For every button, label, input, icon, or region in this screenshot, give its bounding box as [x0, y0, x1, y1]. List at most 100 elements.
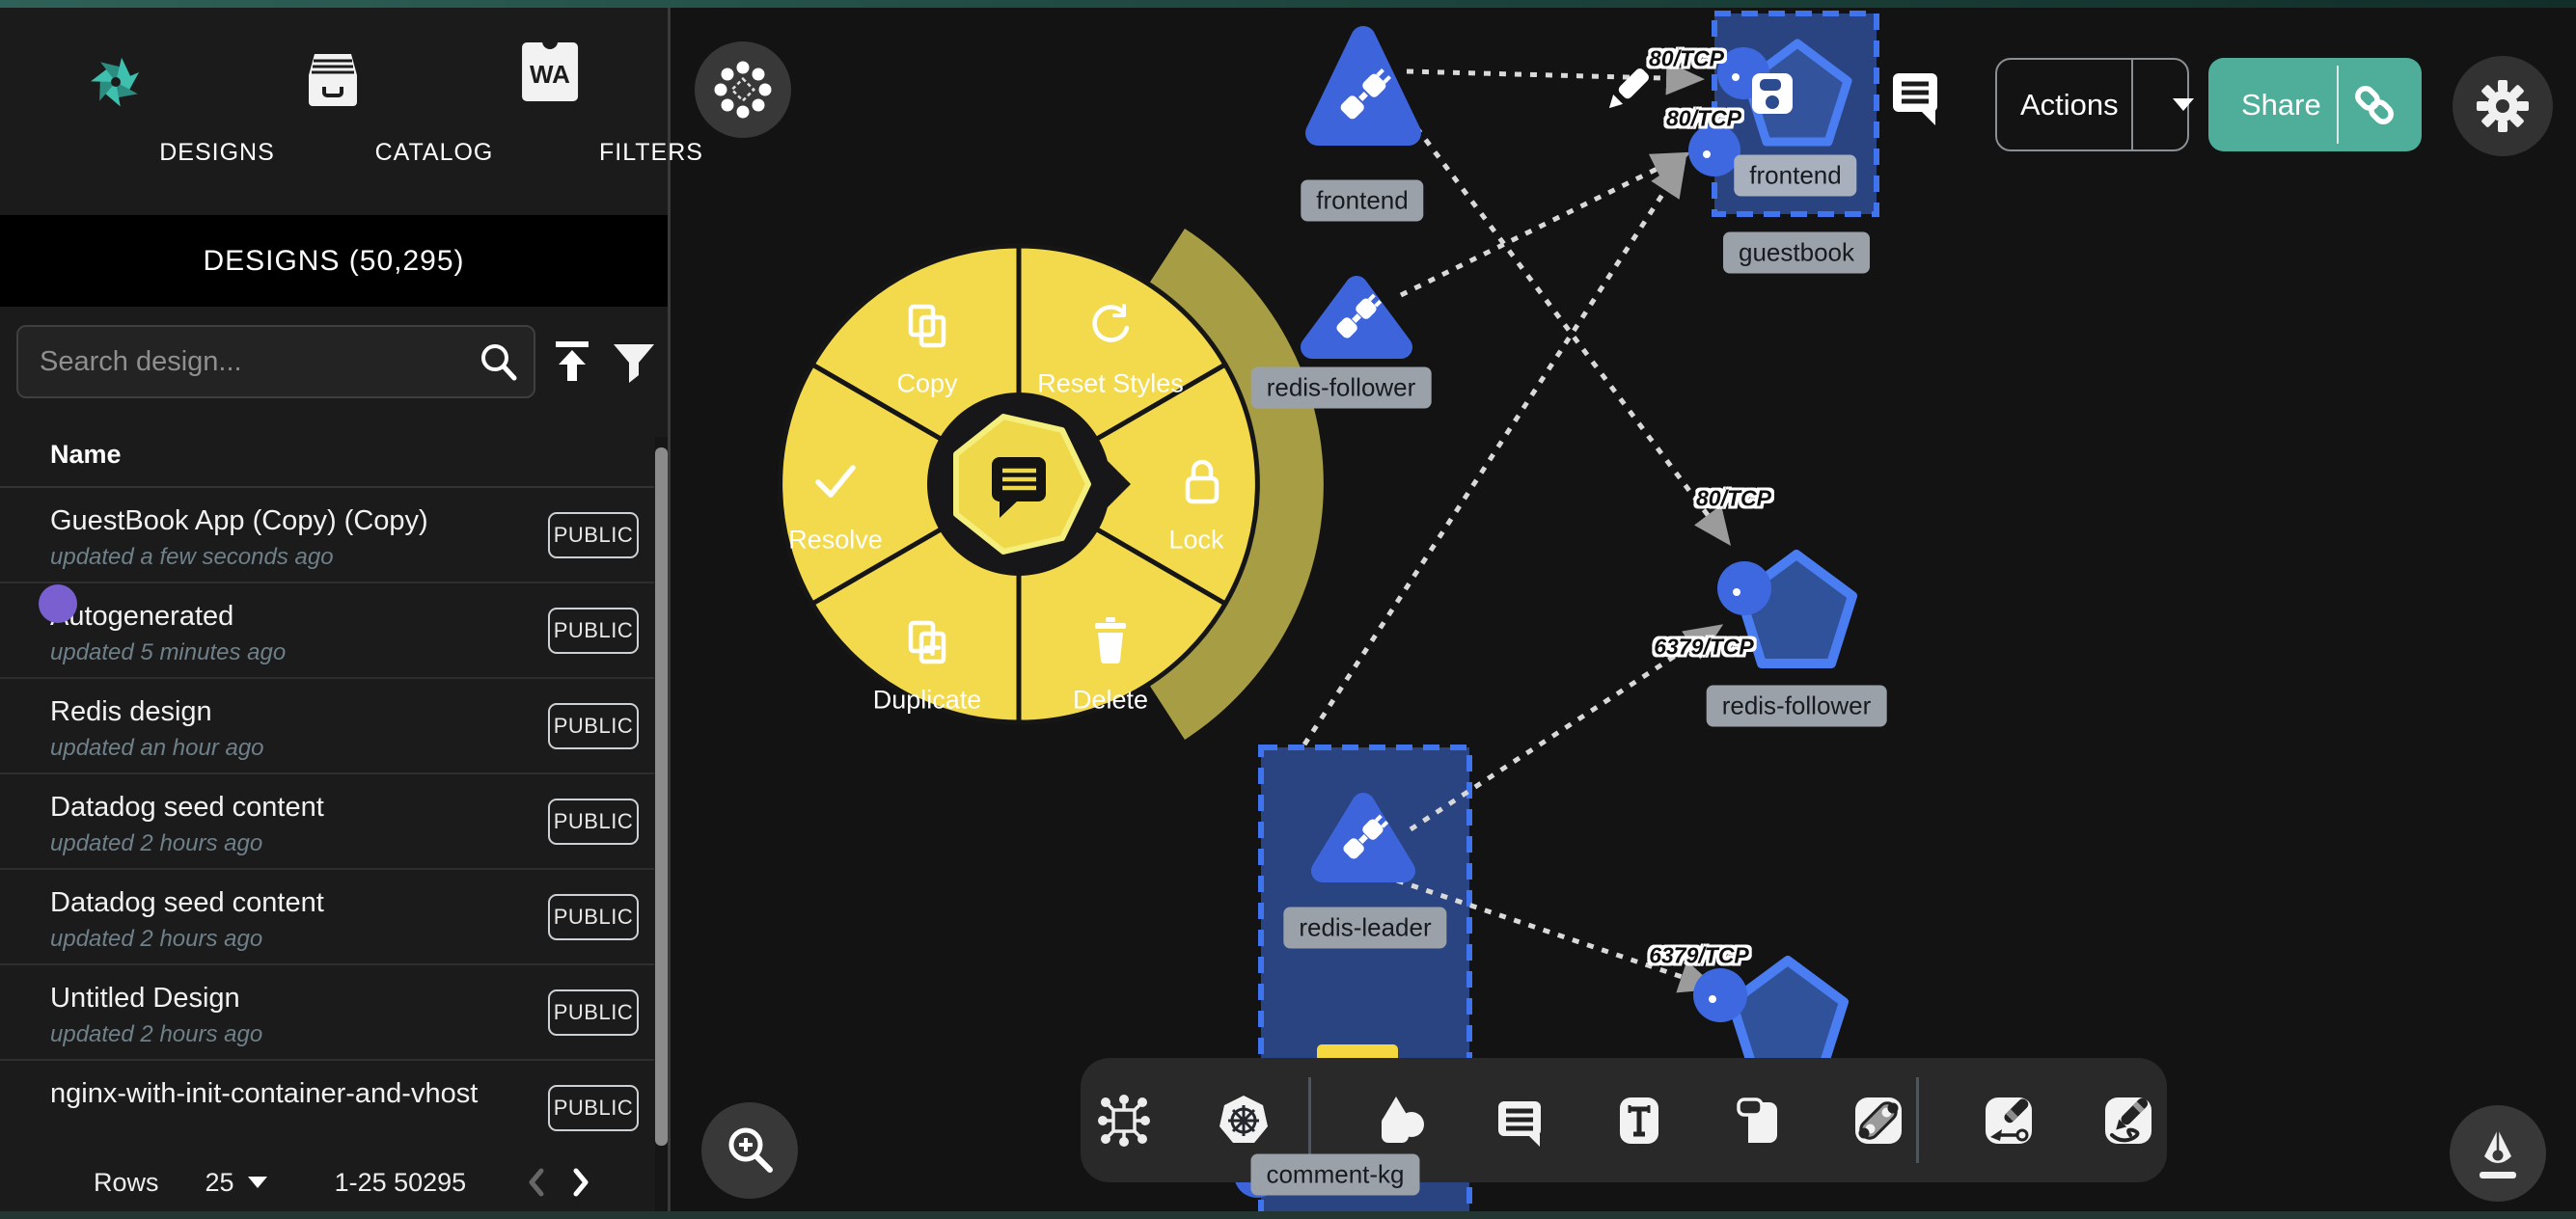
visibility-badge[interactable]: PUBLIC	[548, 799, 639, 845]
edge-frontend-to-redis-follower	[1416, 127, 1728, 542]
port-80-handle-2[interactable]	[1688, 124, 1740, 176]
frontend-deployment-node[interactable]	[1318, 39, 1409, 133]
frontend-deployment-label[interactable]: frontend	[1301, 180, 1423, 222]
rows-per-page-caret[interactable]	[248, 1177, 267, 1188]
port-label-6379tcp: 6379/TCP	[1654, 635, 1754, 661]
visibility-badge[interactable]: PUBLIC	[548, 703, 639, 749]
filter-funnel-icon[interactable]	[610, 339, 658, 385]
rows-per-page-value[interactable]: 25	[206, 1168, 234, 1198]
list-scrollbar-thumb[interactable]	[655, 447, 668, 1146]
search-icon[interactable]	[478, 341, 520, 384]
guestbook-group-label[interactable]: guestbook	[1723, 232, 1870, 274]
actions-label: Actions	[2020, 88, 2119, 122]
kubernetes-icon[interactable]	[1216, 1093, 1272, 1149]
design-updated: updated 2 hours ago	[50, 830, 262, 857]
design-updated: updated an hour ago	[50, 735, 264, 762]
wasm-filter-icon: WA	[522, 42, 578, 101]
copy-link-icon[interactable]	[2352, 83, 2397, 127]
tab-filters-label: FILTERS	[550, 139, 753, 167]
design-name: GuestBook App (Copy) (Copy)	[50, 505, 428, 537]
frontend-service-label[interactable]: frontend	[1734, 155, 1856, 197]
redis-service-node-bottom[interactable]	[1693, 961, 1844, 1069]
radial-label-copy[interactable]: Copy	[896, 369, 957, 399]
comment-bubble-icon[interactable]	[1893, 73, 1937, 125]
pen-mode-button[interactable]	[2450, 1105, 2546, 1202]
actions-button[interactable]: Actions	[1995, 58, 2189, 151]
radial-label-resolve[interactable]: Resolve	[788, 526, 883, 555]
design-row[interactable]: Redis design updated an hour ago PUBLIC	[0, 679, 654, 774]
draw-edge-icon[interactable]	[1981, 1093, 2037, 1149]
prev-page-icon[interactable]	[524, 1166, 549, 1199]
wa-text: WA	[530, 60, 570, 89]
visibility-badge[interactable]: PUBLIC	[548, 608, 639, 654]
canvas-toolbar	[1081, 1058, 2167, 1182]
tab-catalog[interactable]: CATALOG	[232, 8, 434, 215]
zoom-in-button[interactable]	[701, 1102, 798, 1199]
bottom-accent-strip	[0, 1211, 2576, 1219]
design-row[interactable]: Autogenerated updated 5 minutes ago PUBL…	[0, 583, 654, 679]
upload-design-icon[interactable]	[550, 339, 594, 385]
redis-follower-deployment-node[interactable]	[1312, 287, 1401, 347]
comment-node-label[interactable]: comment-kg	[1250, 1154, 1419, 1196]
port-label-80tcp: 80/TCP	[1649, 46, 1724, 72]
divider	[2337, 66, 2339, 144]
actions-dropdown-caret[interactable]	[2173, 98, 2194, 111]
design-row[interactable]: nginx-with-init-container-and-vhost PUBL…	[0, 1061, 654, 1156]
design-name: Untitled Design	[50, 983, 240, 1015]
visibility-badge[interactable]: PUBLIC	[548, 1085, 639, 1131]
design-updated: updated 5 minutes ago	[50, 639, 286, 666]
redis-follower-deployment-label[interactable]: redis-follower	[1251, 367, 1432, 409]
tab-designs[interactable]: DESIGNS	[14, 8, 217, 215]
design-name: Redis design	[50, 696, 212, 728]
meshery-spiral-icon	[84, 50, 148, 119]
visibility-badge[interactable]: PUBLIC	[548, 512, 639, 558]
layout-snowflake-button[interactable]	[695, 41, 791, 138]
panel-title: DESIGNS (50,295)	[0, 215, 668, 307]
redis-follower-service-label[interactable]: redis-follower	[1707, 686, 1887, 727]
text-tool-icon[interactable]	[1611, 1093, 1667, 1149]
edit-pencil-icon[interactable]	[1603, 67, 1651, 114]
design-row[interactable]: Datadog seed content updated 2 hours ago…	[0, 870, 654, 965]
share-button[interactable]: Share	[2208, 58, 2422, 151]
redis-leader-deployment-label[interactable]: redis-leader	[1283, 907, 1446, 949]
notch	[542, 36, 558, 49]
freehand-draw-icon[interactable]	[2100, 1093, 2156, 1149]
tab-filters[interactable]: WA FILTERS	[449, 8, 651, 215]
port-label-6379tcp: 6379/TCP	[1649, 943, 1749, 969]
radial-label-lock[interactable]: Lock	[1168, 526, 1223, 555]
note-tool-icon[interactable]	[1731, 1093, 1787, 1149]
design-updated: updated a few seconds ago	[50, 544, 334, 571]
top-accent-strip	[0, 0, 2576, 8]
shapes-icon[interactable]	[1372, 1093, 1428, 1149]
group-nodes-icon[interactable]	[1096, 1093, 1152, 1149]
pen-nib-icon	[2468, 1124, 2528, 1183]
design-name: Datadog seed content	[50, 887, 324, 919]
port-handle[interactable]	[1717, 561, 1771, 615]
toolbar-divider	[1916, 1077, 1919, 1163]
search-input[interactable]	[40, 327, 454, 396]
catalog-drawer-icon	[303, 50, 363, 115]
pagination-range: 1-25 50295	[335, 1168, 467, 1198]
next-page-icon[interactable]	[568, 1166, 593, 1199]
design-row[interactable]: Untitled Design updated 2 hours ago PUBL…	[0, 965, 654, 1061]
save-icon	[1752, 73, 1793, 114]
link-nodes-icon[interactable]	[1850, 1093, 1906, 1149]
avatar	[39, 584, 77, 623]
comment-tool-icon[interactable]	[1492, 1093, 1548, 1149]
visibility-badge[interactable]: PUBLIC	[548, 989, 639, 1036]
radial-label-delete[interactable]: Delete	[1073, 686, 1148, 716]
column-header-name[interactable]: Name	[50, 440, 122, 470]
list-pagination: Rows 25 1-25 50295	[0, 1146, 654, 1219]
design-updated: updated 2 hours ago	[50, 1021, 262, 1048]
search-box	[16, 325, 535, 398]
kanvas-app: Copy Reset Styles Lock Delete Duplicate …	[0, 0, 2576, 1219]
design-name: nginx-with-init-container-and-vhost	[50, 1078, 478, 1110]
port-handle[interactable]	[1693, 968, 1747, 1022]
visibility-badge[interactable]: PUBLIC	[548, 894, 639, 940]
design-row[interactable]: GuestBook App (Copy) (Copy) updated a fe…	[0, 488, 654, 583]
design-row[interactable]: Datadog seed content updated 2 hours ago…	[0, 774, 654, 870]
settings-button[interactable]	[2453, 56, 2553, 156]
toolbar-divider	[1308, 1077, 1311, 1163]
radial-label-reset-styles[interactable]: Reset Styles	[1037, 369, 1184, 399]
radial-label-duplicate[interactable]: Duplicate	[873, 686, 982, 716]
